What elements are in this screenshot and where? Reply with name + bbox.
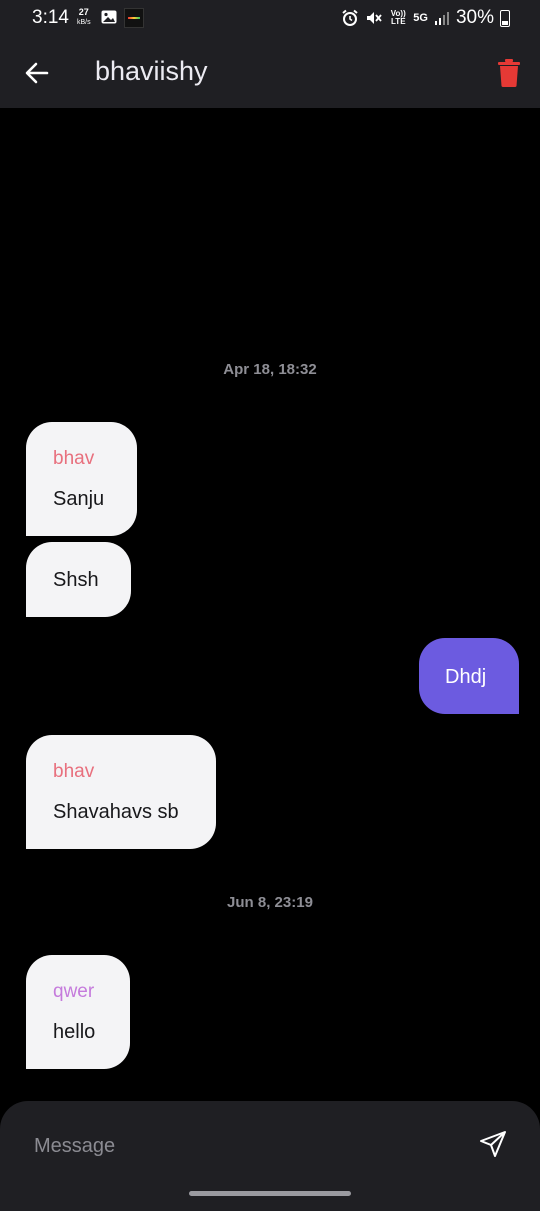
message-sender: bhav xyxy=(53,448,95,469)
chat-title: bhaviishy xyxy=(95,56,208,86)
home-indicator[interactable] xyxy=(189,1191,351,1196)
network-speed-unit: kB/s xyxy=(77,19,91,26)
message-bubble-incoming[interactable]: qwer hello xyxy=(26,955,130,1069)
volte-indicator: Vo)) LTE xyxy=(390,9,406,26)
app-notification-icon xyxy=(124,8,144,28)
message-text: Shsh xyxy=(53,569,99,591)
gallery-icon xyxy=(101,10,117,24)
send-icon xyxy=(480,1131,506,1157)
send-button[interactable] xyxy=(478,1129,508,1159)
network-speed-value: 27 xyxy=(78,7,89,17)
message-input[interactable] xyxy=(32,1129,456,1163)
arrow-left-icon xyxy=(25,62,49,84)
battery-icon xyxy=(500,9,510,27)
message-bubble-incoming[interactable]: bhav Sanju xyxy=(26,422,137,536)
trash-icon xyxy=(498,59,520,87)
message-bubble-incoming[interactable]: bhav Shavahavs sb xyxy=(26,735,216,849)
message-sender: bhav xyxy=(53,761,95,782)
message-bubble-incoming[interactable]: Shsh xyxy=(26,542,131,617)
message-text: Sanju xyxy=(53,488,105,510)
delete-chat-button[interactable] xyxy=(495,58,523,88)
network-type: 5G xyxy=(413,12,428,24)
network-speed: 27 kB/s xyxy=(77,8,91,27)
alarm-icon xyxy=(342,9,358,26)
mute-icon xyxy=(367,12,382,24)
status-icons: Vo)) LTE 5G 30% xyxy=(341,7,510,29)
message-text: hello xyxy=(53,1021,96,1043)
status-time: 3:14 xyxy=(32,7,69,28)
message-text: Dhdj xyxy=(445,666,487,688)
status-bar: 3:14 27 kB/s Vo)) LTE 5G 30% xyxy=(0,0,540,36)
message-bubble-outgoing[interactable]: Dhdj xyxy=(419,638,519,714)
signal-icon xyxy=(434,12,449,25)
message-sender: qwer xyxy=(53,981,95,1002)
chat-header: bhaviishy xyxy=(0,36,540,108)
date-separator: Jun 8, 23:19 xyxy=(227,894,313,911)
message-text: Shavahavs sb xyxy=(53,801,179,823)
date-separator: Apr 18, 18:32 xyxy=(223,361,317,378)
battery-percent: 30% xyxy=(455,7,494,28)
back-button[interactable] xyxy=(22,58,52,88)
